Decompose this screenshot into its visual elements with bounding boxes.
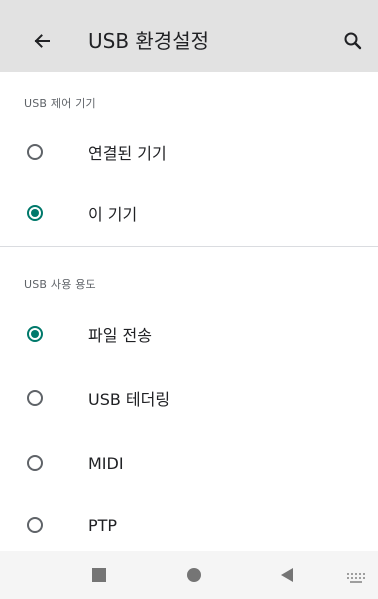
option-file-transfer[interactable]: 파일 전송 xyxy=(0,306,378,362)
radio-checked-icon[interactable] xyxy=(27,205,43,221)
system-navigation-bar xyxy=(0,551,378,599)
radio-unchecked-icon[interactable] xyxy=(27,517,43,533)
option-label: 연결된 기기 xyxy=(88,144,167,163)
app-toolbar: USB 환경설정 xyxy=(0,10,378,72)
keyboard-switch-button[interactable] xyxy=(346,569,366,583)
option-this-device[interactable]: 이 기기 xyxy=(0,185,378,241)
arrow-left-icon xyxy=(34,34,50,48)
section-divider xyxy=(0,246,378,247)
section-header-usb-purpose: USB 사용 용도 xyxy=(24,278,96,291)
square-recents-icon xyxy=(92,568,106,582)
option-label: 파일 전송 xyxy=(88,326,152,345)
search-icon xyxy=(344,32,362,50)
triangle-back-icon xyxy=(281,568,293,582)
option-label: PTP xyxy=(88,515,118,535)
keyboard-icon xyxy=(347,573,365,583)
radio-unchecked-icon[interactable] xyxy=(27,455,43,471)
page-title: USB 환경설정 xyxy=(88,29,210,53)
home-button[interactable] xyxy=(183,564,205,586)
option-label: 이 기기 xyxy=(88,205,138,224)
option-usb-tethering[interactable]: USB 테더링 xyxy=(0,370,378,426)
option-label: USB 테더링 xyxy=(88,390,171,409)
option-label: MIDI xyxy=(88,453,124,473)
system-back-button[interactable] xyxy=(276,564,298,586)
circle-home-icon xyxy=(187,568,201,582)
section-header-usb-control: USB 제어 기기 xyxy=(24,97,96,110)
option-connected-device[interactable]: 연결된 기기 xyxy=(0,124,378,180)
radio-unchecked-icon[interactable] xyxy=(27,144,43,160)
recents-button[interactable] xyxy=(88,564,110,586)
status-bar xyxy=(0,0,378,10)
radio-unchecked-icon[interactable] xyxy=(27,390,43,406)
back-button[interactable] xyxy=(26,25,58,57)
option-midi[interactable]: MIDI xyxy=(0,435,378,491)
radio-checked-icon[interactable] xyxy=(27,326,43,342)
option-ptp[interactable]: PTP xyxy=(0,497,378,553)
search-button[interactable] xyxy=(337,25,369,57)
